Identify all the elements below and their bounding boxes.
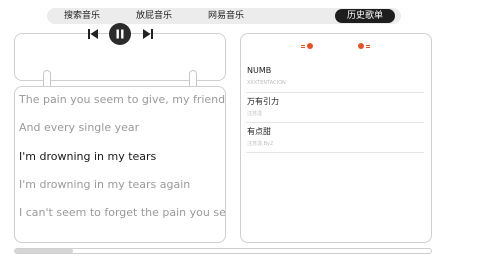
tab-history-playlist[interactable]: 历史歌单 [335, 9, 395, 23]
song-title: 万有引力 [247, 97, 279, 106]
song-row[interactable]: NUMB XXXTENTACION [246, 63, 424, 93]
pause-button[interactable] [109, 23, 131, 45]
tomato-icon[interactable] [358, 43, 364, 49]
decor-line [301, 47, 305, 48]
progress-fill [15, 249, 74, 253]
lyric-line: And every single year [19, 121, 140, 134]
next-icon [143, 29, 153, 39]
tab-fart-music[interactable]: 放屁音乐 [129, 8, 179, 24]
lyric-line: I'm drowning in my tears again [19, 178, 191, 191]
next-button[interactable] [141, 27, 155, 41]
song-row[interactable]: 万有引力 汪苏泷 [246, 93, 424, 123]
previous-button[interactable] [86, 27, 100, 41]
song-artist: 汪苏泷 [247, 111, 263, 117]
lyric-line-current: I'm drowning in my tears [19, 150, 157, 163]
tab-search-music[interactable]: 搜索音乐 [57, 8, 107, 24]
decor-line [366, 45, 370, 46]
song-row[interactable]: 有点甜 汪苏泷,By2 [246, 123, 424, 153]
song-title: 有点甜 [247, 127, 271, 136]
lyric-line: The pain you seem to give, my friend [19, 93, 226, 106]
pause-icon [116, 29, 124, 39]
song-artist: XXXTENTACION [247, 80, 286, 86]
lyric-line: I can't seem to forget the pain you seem [19, 206, 226, 219]
tab-netease-music[interactable]: 网易音乐 [201, 8, 251, 24]
previous-icon [88, 29, 98, 39]
song-artist: 汪苏泷,By2 [247, 141, 274, 147]
decor-line [366, 47, 370, 48]
top-nav: 搜索音乐 放屁音乐 网易音乐 历史歌单 [47, 8, 401, 24]
tomato-icon[interactable] [307, 43, 313, 49]
song-title: NUMB [247, 66, 272, 75]
history-list-panel: NUMB XXXTENTACION 万有引力 汪苏泷 有点甜 汪苏泷,By2 [240, 33, 432, 243]
lyrics-panel[interactable]: The pain you seem to give, my friend And… [14, 86, 226, 243]
decor-line [301, 45, 305, 46]
playback-progress-bar[interactable] [14, 248, 432, 254]
